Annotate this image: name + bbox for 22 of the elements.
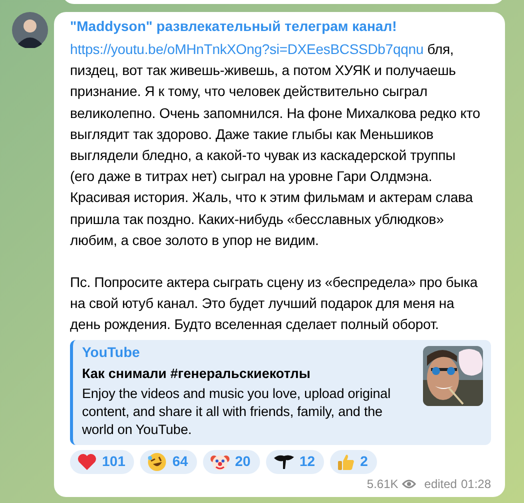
avatar-icon[interactable] xyxy=(12,12,48,48)
edited-label: edited xyxy=(424,476,457,493)
preview-description: Enjoy the videos and music you love, upload original content, and share it all with friends, family, and the world on YouTube. xyxy=(82,384,392,439)
laughing-face-icon xyxy=(147,452,168,472)
link-preview-card[interactable]: YouTube Как снимали #генеральскиекотлы Enjoy the videos and music you love, upload original content, and share it all with friends, family, and the world on YouTube. xyxy=(70,340,491,445)
message-paragraph: Пс. Попросите актера сыграть сцену из «беспредела» про быка на свой ютуб канал. Это будет лучший подарок для меня на день рождения. Будто вселенная сделает полный оборот. xyxy=(70,273,479,334)
reaction-button[interactable]: 101 xyxy=(70,450,134,474)
message-link[interactable]: https://youtu.be/oMHnTnkXOng?si=DXEesBCSSDb7qqnu xyxy=(70,41,424,57)
preview-site-name: YouTube xyxy=(82,342,141,362)
reaction-button[interactable]: 20 xyxy=(202,450,260,474)
message-time: 01:28 xyxy=(460,476,491,493)
eye-icon xyxy=(402,478,416,489)
reaction-button[interactable]: 64 xyxy=(140,450,197,474)
sender-name[interactable]: "Maddyson" развлекательный телеграм канал! xyxy=(70,16,491,36)
heart-icon xyxy=(77,452,97,471)
reaction-button[interactable]: 2 xyxy=(330,450,377,474)
preview-title: Как снимали #генеральскиекотлы xyxy=(82,364,312,383)
reaction-button[interactable]: 12 xyxy=(266,450,324,474)
message-paragraph: https://youtu.be/oMHnTnkXOng?si=DXEesBCSSDb7qqnu бля, пиздец, вот так живешь-живешь, а потом ХУЯК и получаешь признание. Я к тому, что человек действительно сыграл великолепно. Очень запомнился. На фоне Михалкова редко кто выглядит так здорово. Даже такие глыбы как Меньшиков выглядели бледно, а какой-то чувак из каскадерской труппы (его даже в титрах нет) сыграл на уровне Гари Олдмэна. Красивая история. Жаль, что к этим фильмам и актерам слава пришла так поздно. Каких-нибудь «бесславных ублюдков» любим, а свое золото в упор не видим. xyxy=(70,40,481,250)
view-count: 5.61K xyxy=(366,476,398,493)
dark-silhouette-icon xyxy=(272,452,295,471)
thumbs-up-icon xyxy=(337,452,356,471)
